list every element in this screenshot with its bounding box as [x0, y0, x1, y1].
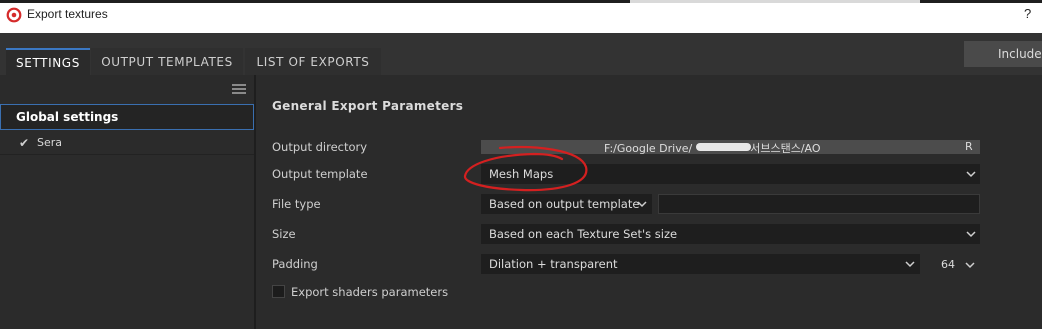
tab-output-templates[interactable]: OUTPUT TEMPLATES — [91, 48, 243, 75]
size-value: Based on each Texture Set's size — [489, 227, 678, 241]
title-bar — [0, 3, 1042, 33]
chevron-down-icon — [966, 171, 976, 178]
padding-value: Dilation + transparent — [489, 257, 618, 271]
global-settings-item[interactable]: Global settings — [0, 104, 254, 130]
help-button[interactable]: ? — [1024, 6, 1031, 21]
red-annotation-circle — [463, 145, 588, 192]
section-title: General Export Parameters — [272, 99, 464, 113]
size-select[interactable]: Based on each Texture Set's size — [481, 224, 980, 244]
tab-settings[interactable]: SETTINGS — [6, 48, 90, 75]
output-directory-label: Output directory — [272, 140, 368, 154]
redacted-overlay — [696, 143, 751, 151]
file-type-label: File type — [272, 197, 321, 211]
chevron-down-icon — [637, 201, 647, 208]
chevron-down-icon — [905, 261, 915, 268]
chevron-down-icon — [965, 262, 975, 269]
list-menu-icon[interactable] — [232, 84, 246, 96]
file-type-select[interactable]: Based on output template — [481, 194, 652, 214]
padding-amount-select[interactable]: 64 — [934, 254, 980, 274]
panel-divider[interactable] — [254, 75, 256, 329]
padding-label: Padding — [272, 257, 318, 271]
tab-list-of-exports[interactable]: LIST OF EXPORTS — [245, 48, 381, 75]
padding-select[interactable]: Dilation + transparent — [481, 254, 920, 274]
output-template-label: Output template — [272, 167, 368, 181]
window-title: Export textures — [27, 7, 108, 21]
reveal-folder-button[interactable]: R — [965, 140, 973, 153]
texture-set-label: Sera — [37, 136, 63, 149]
size-label: Size — [272, 227, 296, 241]
padding-amount-value: 64 — [941, 258, 955, 271]
include-button[interactable]: Include — [964, 41, 1042, 67]
export-shaders-checkbox[interactable] — [272, 285, 285, 298]
app-logo-icon — [6, 7, 22, 23]
export-shaders-label: Export shaders parameters — [291, 285, 449, 299]
file-type-options-field[interactable] — [658, 194, 980, 214]
checkmark-icon[interactable]: ✔ — [19, 136, 29, 150]
chevron-down-icon — [966, 231, 976, 238]
file-type-value: Based on output template — [489, 197, 640, 211]
